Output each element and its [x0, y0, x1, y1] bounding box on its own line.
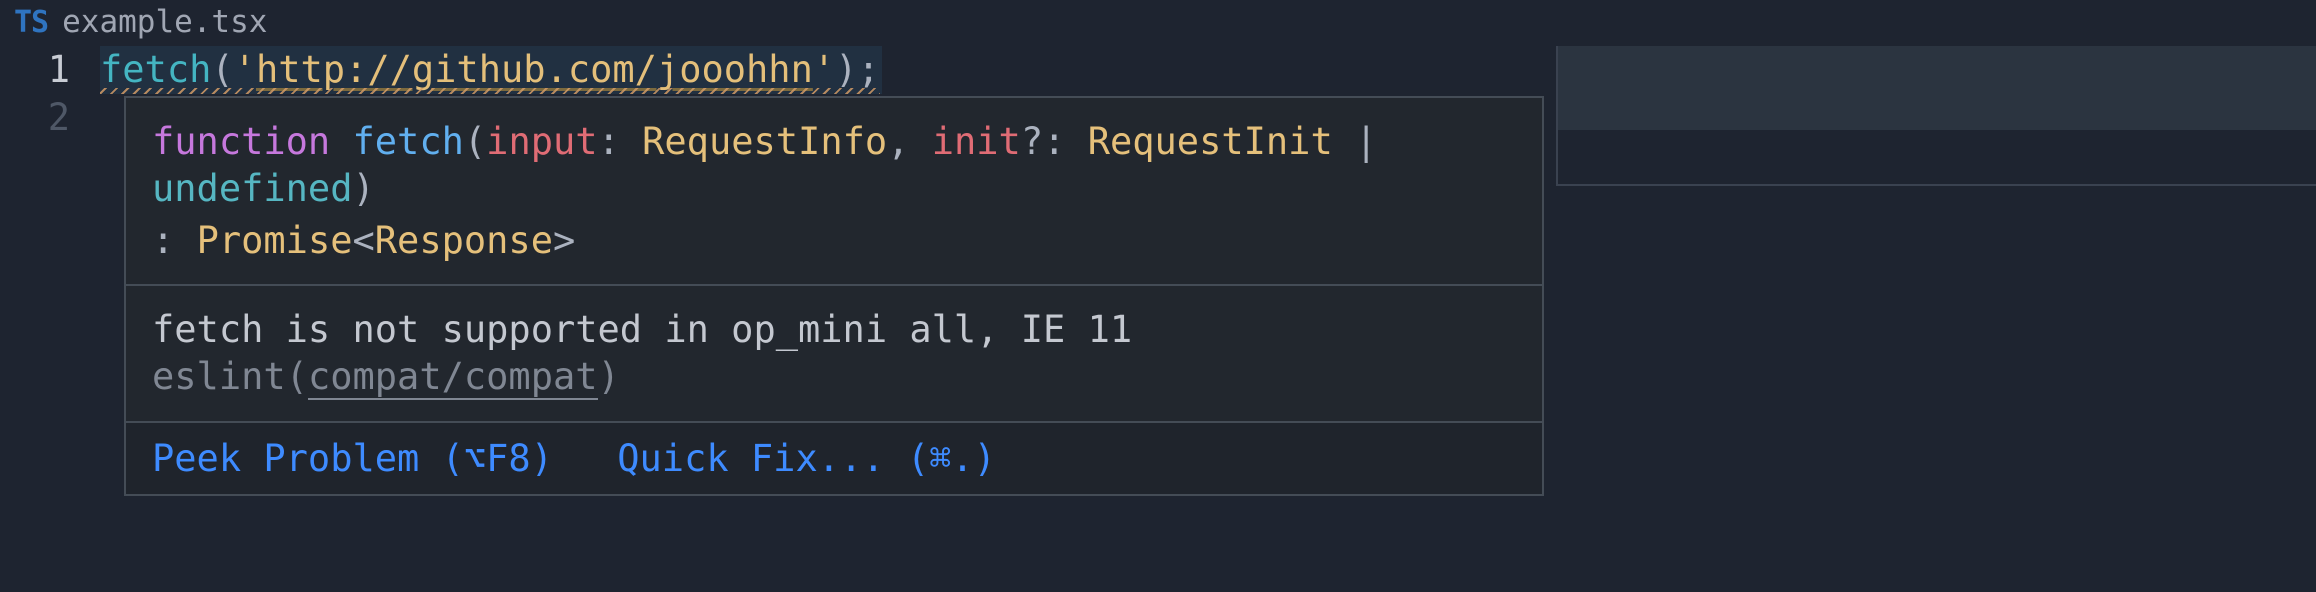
line-number-gutter: 1 2	[0, 46, 100, 142]
sig-punct: >	[553, 219, 575, 262]
problem-source: )	[598, 355, 620, 398]
problem-source: eslint(	[152, 355, 308, 398]
sig-punct: <	[353, 219, 375, 262]
problem-actions: Peek Problem (⌥F8) Quick Fix... (⌘.)	[126, 421, 1542, 494]
sig-keyword: function	[152, 120, 330, 163]
code-line[interactable]: fetch('http://github.com/jooohhn');	[100, 46, 882, 94]
sig-function-name: fetch	[353, 120, 464, 163]
editor-tab-filename[interactable]: example.tsx	[62, 4, 267, 40]
minimap-scrollbar[interactable]	[1556, 46, 2316, 186]
sig-punct: ,	[887, 120, 909, 163]
code-token-function: fetch	[100, 48, 211, 91]
code-token-string: 'http://github.com/jooohhn'	[234, 48, 835, 91]
hover-tooltip: function fetch(input: RequestInfo, init?…	[124, 96, 1544, 496]
sig-punct: |	[1355, 120, 1377, 163]
sig-return-type: Response	[375, 219, 553, 262]
sig-return-type: Promise	[197, 219, 353, 262]
sig-punct: ?	[1021, 120, 1043, 163]
sig-punct: :	[598, 120, 620, 163]
sig-param: init	[932, 120, 1021, 163]
code-token-url[interactable]: http://github.com/jooohhn	[256, 48, 813, 91]
quick-fix-button[interactable]: Quick Fix... (⌘.)	[617, 437, 996, 480]
code-editor: TS example.tsx 1 2 fetch('http://github.…	[0, 0, 2316, 592]
sig-type: RequestInfo	[642, 120, 887, 163]
sig-punct: )	[352, 167, 374, 210]
line-number: 1	[0, 46, 70, 94]
sig-value: undefined	[152, 167, 352, 210]
sig-punct: :	[1043, 120, 1065, 163]
problem-message: fetch is not supported in op_mini all, I…	[126, 284, 1542, 421]
typescript-file-icon: TS	[14, 5, 48, 40]
code-token-punct: );	[835, 48, 880, 91]
sig-punct: (	[464, 120, 486, 163]
sig-punct: :	[152, 219, 174, 262]
problem-rule-link[interactable]: compat/compat	[308, 355, 598, 400]
editor-tab-bar: TS example.tsx	[0, 0, 2316, 46]
signature-help: function fetch(input: RequestInfo, init?…	[126, 98, 1542, 284]
code-token-punct: (	[211, 48, 233, 91]
code-area[interactable]: 1 2 fetch('http://github.com/jooohhn'); …	[0, 46, 2316, 142]
sig-param: input	[486, 120, 597, 163]
sig-type: RequestInit	[1088, 120, 1333, 163]
peek-problem-button[interactable]: Peek Problem (⌥F8)	[152, 437, 553, 480]
problem-text: fetch is not supported in op_mini all, I…	[152, 308, 1132, 351]
code-content[interactable]: fetch('http://github.com/jooohhn'); func…	[100, 46, 2316, 142]
line-number: 2	[0, 94, 70, 142]
